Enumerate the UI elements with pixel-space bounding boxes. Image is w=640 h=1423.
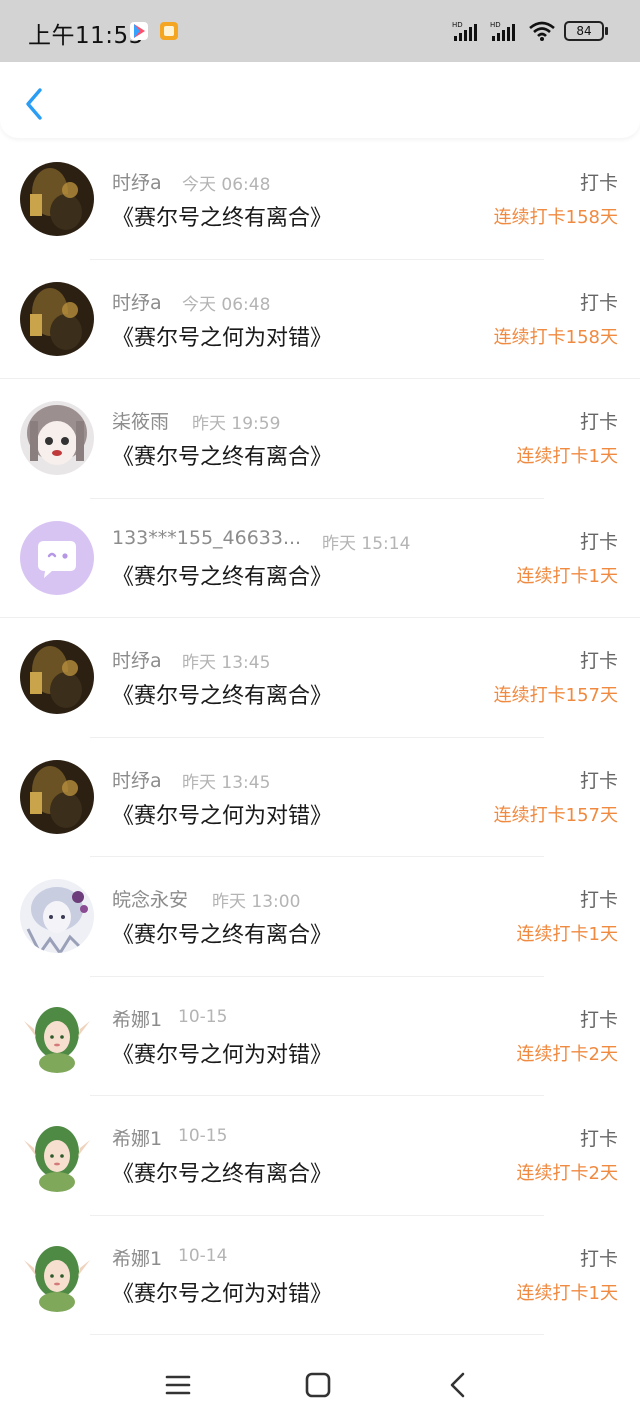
post-time: 10-15 [178, 1006, 228, 1027]
action-label: 打卡 [579, 1128, 618, 1150]
book-title: 《赛尔号之终有离合》 [112, 445, 333, 470]
streak-label: 连续打卡1天 [516, 565, 618, 587]
book-title: 《赛尔号之终有离合》 [112, 923, 333, 948]
book-title: 《赛尔号之终有离合》 [112, 684, 333, 709]
status-indicators: HD HD 84 [452, 20, 608, 42]
avatar[interactable] [20, 520, 94, 595]
avatar[interactable] [20, 879, 94, 953]
user-name: 时纾a [112, 769, 162, 792]
system-nav-bar [0, 1343, 640, 1423]
post-time: 10-15 [178, 1126, 228, 1146]
book-title: 《赛尔号之何为对错》 [112, 1281, 333, 1307]
action-label: 打卡 [579, 530, 618, 553]
avatar[interactable] [20, 162, 94, 236]
signal-icon-2: HD [490, 21, 515, 41]
book-title: 《赛尔号之何为对错》 [112, 803, 333, 829]
streak-label: 连续打卡158天 [493, 326, 618, 348]
action-label: 打卡 [579, 1247, 618, 1270]
user-name: 时纾a [112, 650, 162, 672]
book-title: 《赛尔号之终有离合》 [112, 564, 333, 590]
streak-label: 连续打卡157天 [493, 685, 618, 706]
page-header [0, 62, 640, 138]
book-title: 《赛尔号之终有离合》 [112, 206, 333, 231]
avatar[interactable] [20, 1237, 94, 1312]
streak-label: 连续打卡1天 [516, 446, 618, 467]
streak-label: 连续打卡2天 [516, 1043, 618, 1065]
user-name: 皖念永安 [112, 889, 189, 911]
book-title: 《赛尔号之何为对错》 [112, 1042, 333, 1068]
home-button[interactable] [298, 1365, 338, 1405]
divider [90, 1334, 544, 1335]
avatar[interactable] [20, 640, 94, 714]
menu-icon [165, 1375, 191, 1395]
streak-label: 连续打卡1天 [516, 924, 618, 945]
svg-text:HD: HD [452, 21, 463, 29]
action-label: 打卡 [579, 172, 618, 194]
action-label: 打卡 [579, 411, 618, 433]
user-name: 希娜1 [112, 1008, 163, 1031]
user-name: 希娜1 [112, 1247, 163, 1270]
user-name: 希娜1 [112, 1128, 163, 1150]
home-icon [305, 1372, 331, 1398]
back-button[interactable] [18, 82, 52, 122]
user-name: 时纾a [112, 291, 162, 314]
action-label: 打卡 [579, 889, 618, 911]
menu-button[interactable] [158, 1365, 198, 1405]
user-name: 133***155_46633... [112, 526, 302, 549]
post-time: 昨天 19:59 [192, 414, 281, 434]
notes-app-icon [160, 22, 178, 40]
book-title: 《赛尔号之何为对错》 [112, 325, 333, 351]
svg-text:HD: HD [490, 21, 501, 29]
list-item[interactable]: 希娜1 10-15 《赛尔号之终有离合》 打卡 连续打卡2天 [0, 1096, 640, 1216]
list-item[interactable]: 皖念永安 昨天 13:00 《赛尔号之终有离合》 打卡 连续打卡1天 [0, 857, 640, 977]
action-label: 打卡 [579, 650, 618, 672]
list-item[interactable]: 希娜1 10-15 《赛尔号之何为对错》 打卡 连续打卡2天 [0, 977, 640, 1096]
post-time: 今天 06:48 [182, 175, 271, 195]
streak-label: 连续打卡157天 [493, 804, 618, 826]
post-time: 昨天 13:00 [212, 892, 301, 912]
status-time: 上午11:53 [28, 23, 144, 49]
list-item[interactable]: 希娜1 10-14 《赛尔号之何为对错》 打卡 连续打卡1天 [0, 1216, 640, 1335]
battery-indicator: 84 [564, 21, 608, 41]
wifi-icon [529, 21, 555, 41]
post-time: 今天 06:48 [182, 294, 271, 315]
post-time: 昨天 13:45 [182, 772, 271, 793]
user-name: 时纾a [112, 172, 162, 194]
action-label: 打卡 [579, 769, 618, 792]
list-item[interactable]: 133***155_46633... 昨天 15:14 《赛尔号之终有离合》 打… [0, 499, 640, 618]
back-icon [450, 1372, 465, 1398]
list-item[interactable]: 柒筱雨 昨天 19:59 《赛尔号之终有离合》 打卡 连续打卡1天 [0, 379, 640, 499]
checkin-list: 时纾a 今天 06:48 《赛尔号之终有离合》 打卡 连续打卡158天 时纾a … [0, 140, 640, 1335]
nav-back-button[interactable] [438, 1365, 478, 1405]
avatar[interactable] [20, 1118, 94, 1192]
avatar[interactable] [20, 281, 94, 356]
post-time: 昨天 15:14 [322, 533, 411, 554]
streak-label: 连续打卡158天 [493, 207, 618, 228]
signal-icon: HD [452, 21, 477, 41]
avatar[interactable] [20, 759, 94, 834]
chevron-left-icon [26, 88, 42, 120]
list-item[interactable]: 时纾a 今天 06:48 《赛尔号之何为对错》 打卡 连续打卡158天 [0, 260, 640, 379]
avatar[interactable] [20, 998, 94, 1073]
book-title: 《赛尔号之终有离合》 [112, 1162, 333, 1187]
list-item[interactable]: 时纾a 昨天 13:45 《赛尔号之何为对错》 打卡 连续打卡157天 [0, 738, 640, 857]
post-time: 昨天 13:45 [182, 653, 271, 673]
post-time: 10-14 [178, 1245, 228, 1266]
action-label: 打卡 [579, 291, 618, 314]
chat-bubble-icon [20, 520, 94, 595]
action-label: 打卡 [579, 1008, 618, 1031]
user-name: 柒筱雨 [112, 411, 170, 433]
list-item[interactable]: 时纾a 昨天 13:45 《赛尔号之终有离合》 打卡 连续打卡157天 [0, 618, 640, 738]
avatar[interactable] [20, 401, 94, 475]
streak-label: 连续打卡2天 [516, 1163, 618, 1184]
streak-label: 连续打卡1天 [516, 1282, 618, 1304]
list-item[interactable]: 时纾a 今天 06:48 《赛尔号之终有离合》 打卡 连续打卡158天 [0, 140, 640, 260]
status-bar: 上午11:53 HD HD 84 [0, 0, 640, 62]
video-app-icon [130, 22, 148, 40]
